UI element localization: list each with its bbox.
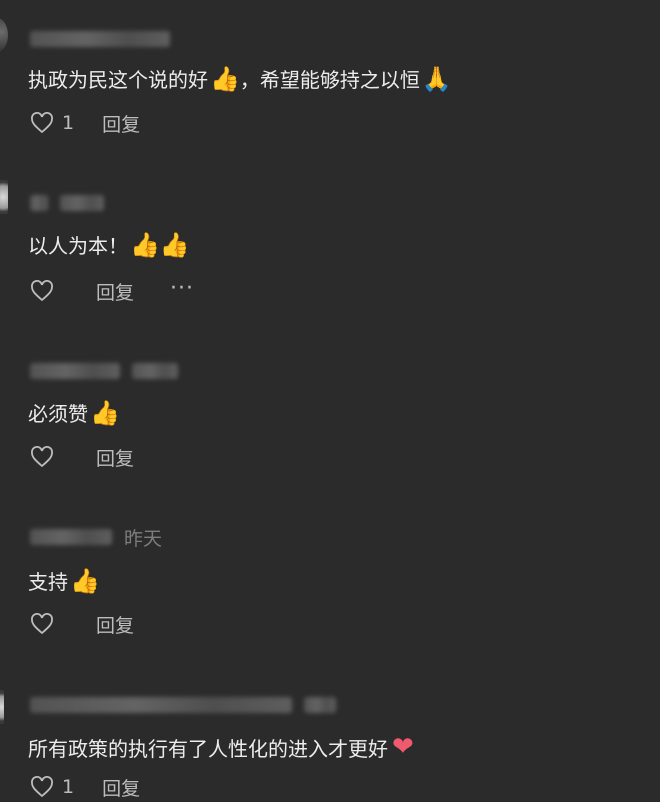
like-count: 1	[62, 112, 75, 134]
comment-text-part: 必须赞	[28, 402, 88, 426]
comment-actions: 回复	[30, 442, 134, 472]
comment-meta	[30, 360, 178, 382]
reply-button[interactable]: 回复	[102, 774, 140, 801]
reply-button[interactable]: 回复	[96, 611, 134, 638]
like-button[interactable]: 1	[30, 112, 74, 134]
comment-actions: 1 回复	[30, 108, 140, 138]
heart-outline-icon	[31, 280, 53, 302]
comment-meta: 昨天	[30, 526, 163, 550]
blurred-username	[60, 195, 104, 211]
thumbs-up-emoji: 👍	[90, 398, 120, 427]
comment-time: 昨天	[124, 527, 163, 550]
reply-button[interactable]: 回复	[96, 444, 134, 471]
blurred-username	[30, 697, 292, 713]
comment-text: 支持 👍	[28, 566, 100, 595]
comment-meta	[30, 192, 104, 214]
comment-text: 必须赞 👍	[28, 398, 120, 427]
comment-text-part: 所有政策的执行有了人性化的进入才更好	[28, 736, 388, 761]
blurred-time	[132, 363, 178, 379]
thumbs-up-emoji: 👍	[70, 566, 100, 595]
comment-text: 执政为民这个说的好 👍 ，希望能够持之以恒 🙏	[28, 64, 452, 93]
comment-text-part: 执政为民这个说的好	[28, 68, 208, 92]
reply-button[interactable]: 回复	[102, 110, 140, 137]
comment-actions: 回复	[30, 609, 134, 639]
comment-actions: 回复 ···	[30, 276, 194, 306]
more-dots-icon[interactable]: ···	[170, 276, 194, 301]
thumbs-up-emoji: 👍👍	[130, 230, 190, 259]
comment-meta	[30, 28, 170, 50]
blurred-time	[304, 697, 336, 713]
thumbs-up-emoji: 👍	[210, 64, 240, 93]
like-button[interactable]	[30, 280, 54, 302]
avatar[interactable]	[0, 180, 8, 214]
like-button[interactable]	[30, 446, 54, 468]
comment-text: 以人为本！ 👍👍	[28, 230, 190, 259]
like-count: 1	[62, 776, 75, 798]
comment-text-part: 以人为本！	[28, 234, 128, 258]
pray-emoji: 🙏	[421, 64, 452, 93]
blurred-username	[30, 31, 170, 47]
heart-outline-icon	[31, 446, 53, 468]
like-button[interactable]	[30, 613, 54, 635]
red-heart-emoji: ❤	[392, 732, 414, 762]
like-button[interactable]: 1	[30, 776, 74, 798]
blurred-username	[30, 363, 120, 379]
blurred-username	[30, 195, 48, 211]
comment-meta	[30, 694, 336, 716]
reply-button[interactable]: 回复	[96, 278, 134, 305]
comment-text-part: ，希望能够持之以恒	[239, 68, 420, 92]
blurred-username	[30, 529, 112, 545]
avatar[interactable]	[0, 18, 8, 52]
heart-outline-icon	[31, 112, 53, 134]
comment-actions: 1 回复	[30, 772, 140, 802]
heart-outline-icon	[31, 613, 53, 635]
heart-outline-icon	[31, 776, 53, 798]
avatar[interactable]	[0, 690, 4, 724]
comment-text-part: 支持	[28, 570, 68, 594]
comment-text: 所有政策的执行有了人性化的进入才更好 ❤	[28, 732, 414, 762]
